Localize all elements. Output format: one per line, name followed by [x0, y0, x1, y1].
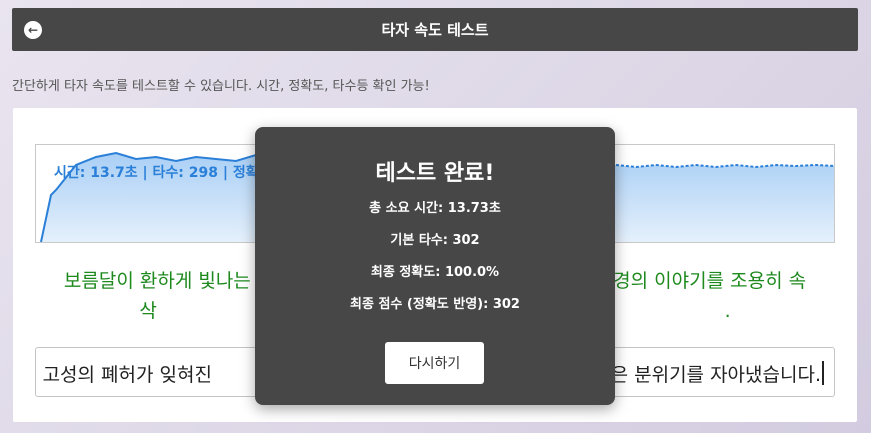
accuracy-result: 최종 정확도: 100.0% — [370, 265, 500, 280]
result-modal: 테스트 완료! 총 소요 시간: 13.73초 기본 타수: 302 최종 정확… — [255, 127, 615, 405]
back-arrow-icon[interactable]: ← — [24, 21, 42, 39]
page-description: 간단하게 타자 속도를 테스트할 수 있습니다. 시간, 정확도, 타수등 확인… — [12, 79, 430, 94]
page-title: 타자 속도 테스트 — [381, 21, 489, 39]
text-caret — [822, 361, 824, 385]
modal-title: 테스트 완료! — [375, 161, 495, 186]
base-wpm-result: 기본 타수: 302 — [390, 233, 480, 248]
header-bar: ← 타자 속도 테스트 — [12, 8, 858, 51]
retry-button[interactable]: 다시하기 — [385, 342, 484, 384]
total-time-result: 총 소요 시간: 13.73초 — [369, 201, 501, 216]
final-score-result: 최종 점수 (정확도 반영): 302 — [350, 297, 520, 312]
graph-stats-label: 시간: 13.7초 | 타수: 298 | 정확 — [54, 165, 259, 181]
